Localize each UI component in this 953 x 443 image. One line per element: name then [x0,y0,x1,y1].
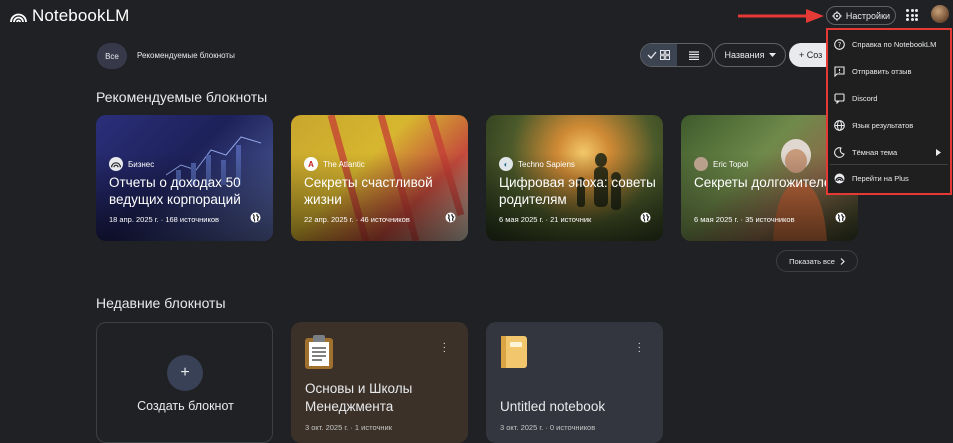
business-source-icon [109,157,123,171]
notebook-card[interactable]: · · · Untitled notebook 3 окт. 2025 г. · 0… [486,322,663,443]
notebook-title: Основы и Школы Менеджмента [305,381,413,414]
settings-label: Настройки [845,10,891,21]
card-meta: 6 мая 2025 г. · 35 источников [694,215,795,224]
globe-icon [445,212,456,223]
notebook-title: Untitled notebook [500,399,606,414]
app-logo[interactable]: NotebookLM [10,6,129,26]
notebook-meta: 3 окт. 2025 г. · 0 источников [500,423,596,432]
chevron-right-icon [936,149,941,156]
settings-button[interactable]: Настройки [826,6,896,25]
globe-icon [640,212,651,223]
grid-icon [660,50,671,60]
card-source: A The Atlantic [304,157,365,171]
chevron-right-icon [840,257,845,265]
featured-card[interactable]: Бизнес Отчеты о доходах 50 ведущих корпо… [96,115,273,241]
globe-icon [835,212,846,223]
card-meta: 6 мая 2025 г. · 21 источник [499,215,592,224]
caret-down-icon [768,53,776,57]
create-notebook-card[interactable]: + Создать блокнот [96,322,273,443]
card-source: Eric Topol [694,157,748,171]
clipboard-icon [305,335,333,369]
show-all-label: Показать все [789,256,835,266]
notebook-card[interactable]: · · · Основы и Школы Менеджмента 3 окт. 20… [291,322,468,443]
techno-sapiens-logo-icon: ◐ [499,157,513,171]
plus-plan-icon [834,173,845,184]
card-meta: 18 апр. 2025 г. · 168 источников [109,215,219,224]
card-title: Отчеты о доходах 50 ведущих корпораций [109,175,241,207]
menu-item-upgrade-plus[interactable]: Перейти на Plus [834,173,909,184]
card-source: Бизнес [109,157,154,171]
show-all-button[interactable]: Показать все [776,250,858,272]
featured-section-title: Рекомендуемые блокноты [96,89,268,105]
create-notebook-label: Создать блокнот [137,399,234,413]
menu-item-feedback[interactable]: Отправить отзыв [834,66,912,77]
sort-label: Названия [724,50,765,60]
menu-divider [830,164,948,165]
user-avatar[interactable] [931,5,949,23]
the-atlantic-logo-icon: A [304,157,318,171]
view-toggle [640,43,713,67]
more-options-icon[interactable]: · · · [638,339,641,357]
feedback-icon [834,66,845,77]
plus-icon: + [167,355,203,391]
list-view-toggle[interactable] [677,44,713,66]
app-title: NotebookLM [32,6,130,25]
sort-dropdown[interactable]: Названия [714,43,786,67]
more-options-icon[interactable]: · · · [443,339,446,357]
moon-icon [834,147,845,158]
card-title: Цифровая эпоха: советы родителям [499,175,656,207]
globe-icon [250,212,261,223]
card-source: ◐ Techno Sapiens [499,157,575,171]
menu-item-help[interactable]: ? Справка по NotebookLM [834,39,936,50]
filter-chip-recommended[interactable]: Рекомендуемые блокноты [137,51,235,60]
help-icon: ? [834,39,845,50]
menu-item-dark-theme[interactable]: Тёмная тема [834,147,897,158]
list-icon [689,50,700,60]
filter-chip-all[interactable]: Все [97,43,127,69]
settings-menu: ? Справка по NotebookLM Отправить отзыв … [826,28,952,195]
card-meta: 22 апр. 2025 г. · 46 источников [304,215,410,224]
notebook-icon [501,336,527,368]
notebooklm-logo-icon [10,13,27,22]
top-bar: NotebookLM Настройки [0,0,953,32]
red-arrow-icon [738,9,824,23]
check-icon [647,51,657,59]
featured-card[interactable]: A The Atlantic Секреты счастливой жизни … [291,115,468,241]
language-icon [834,120,845,131]
grid-view-toggle[interactable] [641,44,677,66]
discord-icon [834,93,845,104]
notebook-meta: 3 окт. 2025 г. · 1 источник [305,423,392,432]
featured-card[interactable]: ◐ Techno Sapiens Цифровая эпоха: советы … [486,115,663,241]
recent-section-title: Недавние блокноты [96,295,226,311]
gear-icon [832,10,842,21]
eric-topol-avatar [694,157,708,171]
filter-bar: Все Рекомендуемые блокноты Названия + Со… [97,43,857,69]
card-title: Секреты счастливой жизни [304,175,433,207]
svg-text:?: ? [838,41,842,49]
menu-item-discord[interactable]: Discord [834,93,877,104]
apps-grid-icon[interactable] [906,9,918,21]
menu-item-output-language[interactable]: Язык результатов [834,120,913,131]
